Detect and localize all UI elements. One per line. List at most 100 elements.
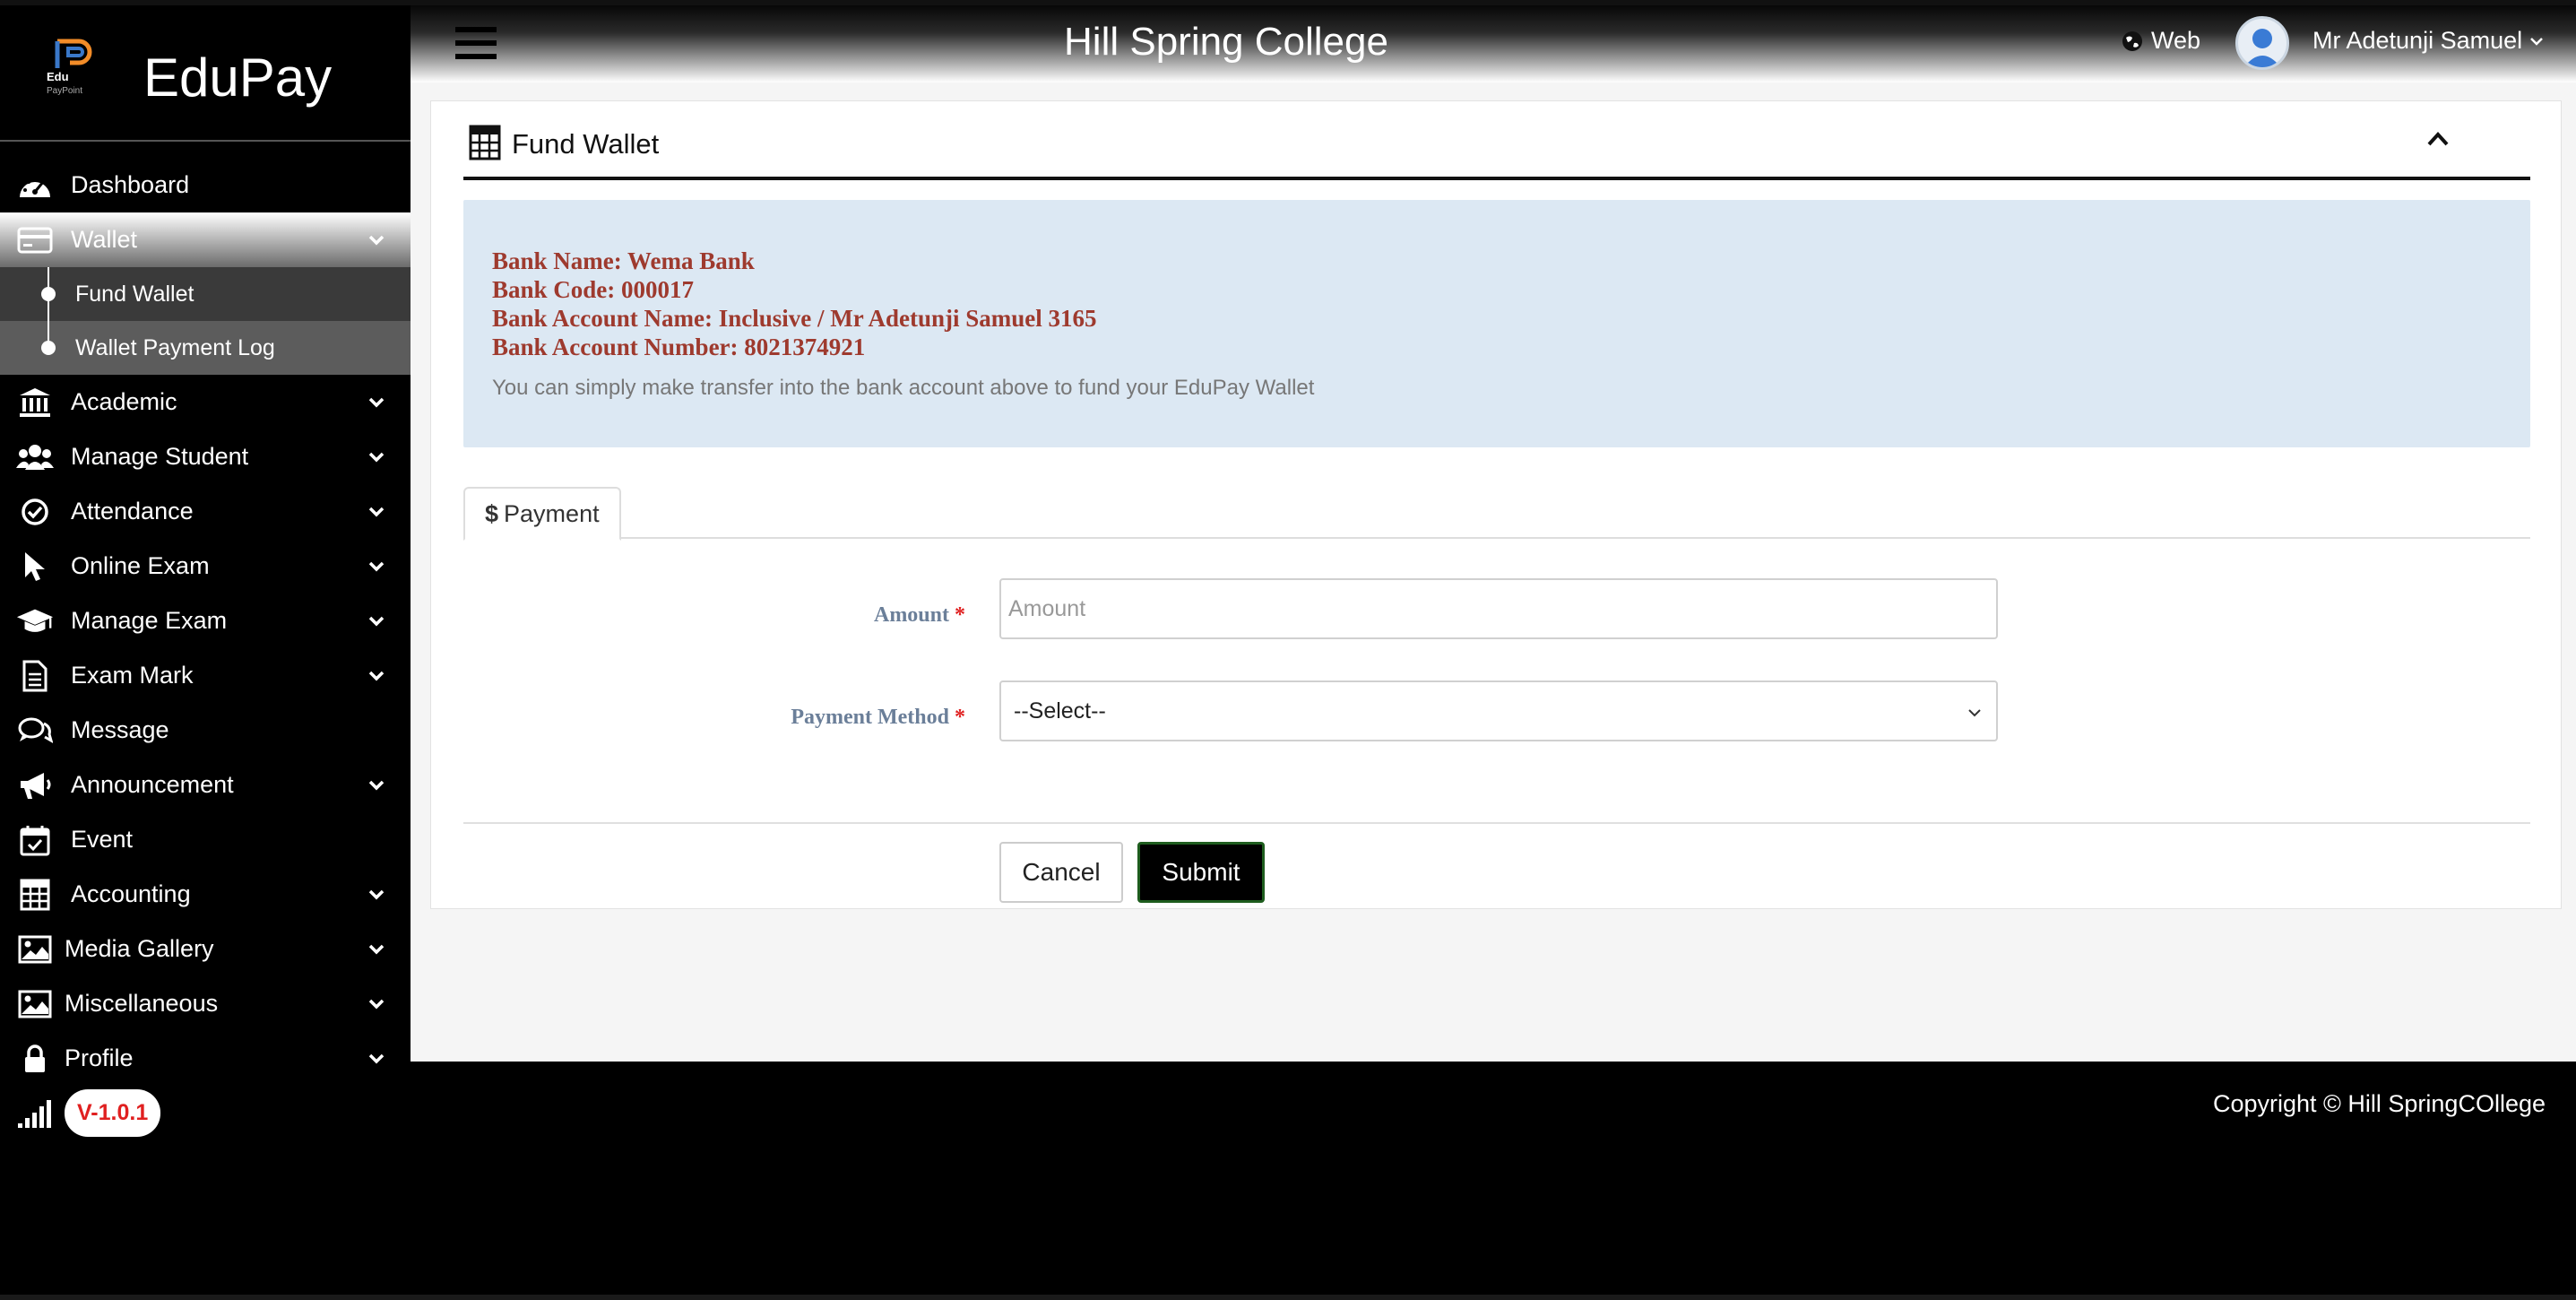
cancel-button[interactable]: Cancel [999,842,1123,903]
chevron-down-icon[interactable] [366,446,387,468]
signal-icon [18,1099,51,1128]
app-window: Edu PayPoint EduPay Dashboard Wallet Fun… [0,0,2576,1300]
window-frame-bottom [0,1295,2576,1300]
top-header: Hill Spring College Web Mr Adetunji Samu… [411,0,2576,82]
sidebar-item-label: Attendance [71,498,194,524]
sidebar-item-media-gallery[interactable]: Media Gallery [0,922,411,976]
card-title: Fund Wallet [512,128,660,160]
image-icon [16,985,54,1023]
sidebar-item-label: Wallet [71,226,138,253]
sidebar-item-academic[interactable]: Academic [0,375,411,429]
sidebar-item-label: Media Gallery [65,935,214,962]
logo-text-paypoint: PayPoint [47,86,82,96]
user-name: Mr Adetunji Samuel [2312,27,2523,54]
sidebar: Edu PayPoint EduPay Dashboard Wallet Fun… [0,0,411,1300]
mouse-pointer-icon [16,548,54,585]
chevron-down-icon[interactable] [366,775,387,796]
sidebar-subitem-fund-wallet[interactable]: Fund Wallet [0,267,411,321]
chevron-up-icon[interactable] [2425,128,2451,150]
sidebar-item-online-exam[interactable]: Online Exam [0,539,411,594]
sidebar-item-label: Miscellaneous [65,990,219,1017]
brand-name[interactable]: EduPay [143,47,332,108]
amount-label: Amount * [463,603,965,628]
sidebar-item-label: Manage Student [71,443,249,470]
payment-method-select[interactable]: --Select-- [999,680,1998,741]
required-mark: * [955,706,965,729]
sidebar-item-message[interactable]: Message [0,703,411,758]
tab-bar: $ Payment [463,487,2530,541]
chevron-down-icon[interactable] [366,611,387,632]
sidebar-item-label: Profile [65,1044,134,1071]
chevron-down-icon[interactable] [366,993,387,1015]
sidebar-item-event[interactable]: Event [0,812,411,867]
chevron-down-icon[interactable] [366,392,387,413]
sidebar-item-wallet[interactable]: Wallet [0,212,411,267]
bullet-icon [41,341,56,355]
sidebar-item-dashboard[interactable]: Dashboard [0,158,411,212]
dollar-icon: $ [485,499,499,527]
chat-icon [16,712,54,750]
school-title: Hill Spring College [1064,20,1388,64]
dashboard-icon [16,167,54,204]
chevron-down-icon[interactable] [366,556,387,577]
sidebar-nav: Dashboard Wallet Fund Wallet Wallet Paym… [0,158,411,1086]
payment-method-label: Payment Method * [463,706,965,730]
submit-button[interactable]: Submit [1137,842,1265,903]
copyright-text: Copyright © Hill SpringCOllege [2212,1090,2546,1117]
sidebar-item-label: Announcement [71,771,234,798]
bank-details-panel: Bank Name: Wema Bank Bank Code: 000017 B… [463,200,2530,447]
bank-name: Bank Name: Wema Bank [492,247,755,274]
sidebar-item-announcement[interactable]: Announcement [0,758,411,812]
main-content: Fund Wallet Bank Name: Wema Bank Bank Co… [411,82,2576,1062]
sidebar-item-miscellaneous[interactable]: Miscellaneous [0,976,411,1031]
edupay-logo[interactable]: Edu PayPoint [45,36,100,99]
version-indicator: V-1.0.1 [16,1089,161,1137]
avatar[interactable] [2235,16,2289,70]
chevron-down-icon[interactable] [366,665,387,687]
calculator-icon [16,876,54,914]
globe-icon [2122,30,2142,51]
web-link[interactable]: Web [2121,27,2200,55]
footer: Copyright © Hill SpringCOllege [411,1062,2576,1300]
credit-card-icon [16,221,54,259]
sidebar-item-label: Event [71,826,134,853]
image-icon [16,931,54,968]
document-icon [16,657,54,695]
sidebar-item-exam-mark[interactable]: Exam Mark [0,648,411,703]
sidebar-item-label: Online Exam [71,552,210,579]
payment-method-label-text: Payment Method [791,706,949,729]
brand-area: Edu PayPoint EduPay [0,0,411,142]
graduation-cap-icon [16,602,54,640]
chevron-down-icon [2530,37,2544,46]
sidebar-item-manage-exam[interactable]: Manage Exam [0,594,411,648]
sidebar-item-accounting[interactable]: Accounting [0,867,411,922]
logo-text-edu: Edu [47,70,69,83]
chevron-down-icon[interactable] [366,230,387,251]
lock-icon [16,1040,54,1078]
sidebar-item-attendance[interactable]: Attendance [0,484,411,539]
calculator-icon [469,125,501,160]
sidebar-subitem-label: Fund Wallet [75,281,194,307]
payment-method-value: --Select-- [1014,698,1106,724]
bank-code: Bank Code: 000017 [492,276,695,303]
amount-label-text: Amount [873,603,949,627]
sidebar-item-profile[interactable]: Profile [0,1031,411,1086]
sidebar-item-label: Accounting [71,880,191,907]
bank-building-icon [16,384,54,421]
user-menu[interactable]: Mr Adetunji Samuel [2312,27,2546,55]
chevron-down-icon[interactable] [366,1048,387,1070]
amount-input[interactable] [999,578,1998,639]
bank-details: Bank Name: Wema Bank Bank Code: 000017 B… [492,247,1097,361]
sidebar-subitem-wallet-payment-log[interactable]: Wallet Payment Log [0,321,411,375]
tab-label: Payment [504,499,600,527]
bullet-icon [41,287,56,301]
chevron-down-icon[interactable] [366,939,387,960]
users-icon [16,438,54,476]
tab-payment[interactable]: $ Payment [463,487,621,541]
sidebar-item-manage-student[interactable]: Manage Student [0,429,411,484]
form-divider [463,822,2530,824]
chevron-down-icon[interactable] [366,501,387,523]
chevron-down-icon[interactable] [366,884,387,906]
check-circle-icon [16,493,54,531]
sidebar-subitem-label: Wallet Payment Log [75,334,275,360]
